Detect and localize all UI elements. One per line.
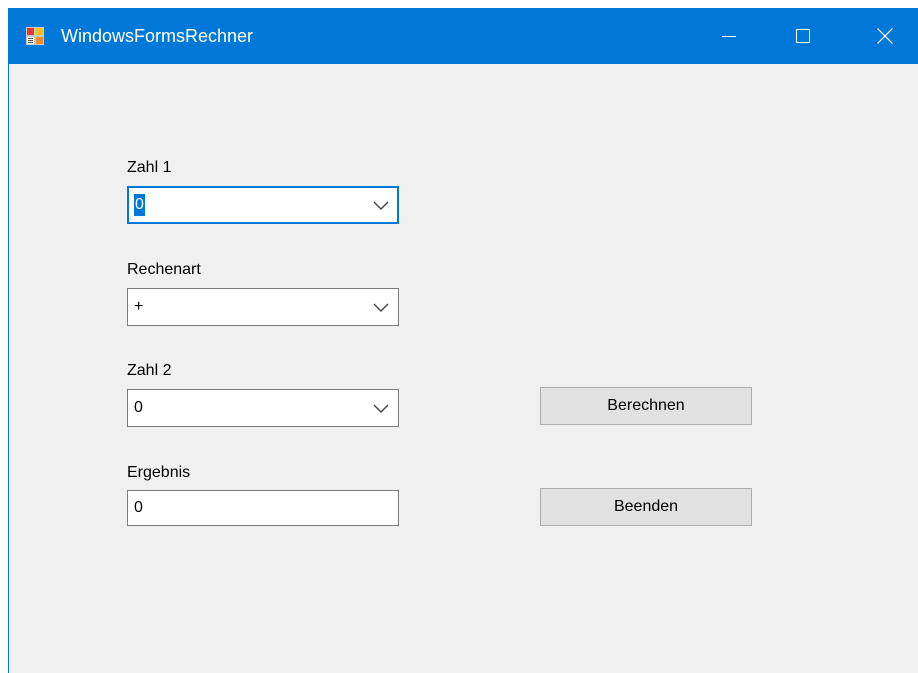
zahl1-value: 0: [134, 194, 145, 216]
minimize-button[interactable]: [689, 8, 769, 64]
zahl2-combobox[interactable]: 0: [127, 389, 399, 427]
rechenart-label: Rechenart: [127, 261, 201, 278]
zahl2-value: 0: [134, 399, 143, 416]
close-icon: [877, 28, 893, 44]
close-button[interactable]: [845, 8, 918, 64]
beenden-button[interactable]: Beenden: [540, 488, 752, 526]
window-title: WindowsFormsRechner: [61, 26, 254, 46]
ergebnis-label: Ergebnis: [127, 464, 191, 481]
zahl1-combobox[interactable]: 0: [127, 186, 399, 224]
chevron-down-icon[interactable]: [373, 402, 389, 414]
app-window: WindowsFormsRechner Zahl 1 0 Rechenart +: [8, 8, 918, 673]
minimize-icon: [722, 36, 736, 37]
ergebnis-value: 0: [134, 499, 143, 516]
zahl2-label: Zahl 2: [127, 362, 172, 379]
maximize-icon: [796, 29, 810, 43]
chevron-down-icon[interactable]: [373, 301, 389, 313]
maximize-button[interactable]: [763, 8, 843, 64]
title-bar[interactable]: WindowsFormsRechner: [9, 8, 918, 64]
rechenart-combobox[interactable]: +: [127, 288, 399, 326]
app-icon: [26, 27, 44, 45]
zahl1-label: Zahl 1: [127, 159, 172, 176]
berechnen-button[interactable]: Berechnen: [540, 387, 752, 425]
chevron-down-icon[interactable]: [373, 199, 389, 211]
rechenart-value: +: [134, 298, 144, 315]
ergebnis-textbox[interactable]: 0: [127, 490, 399, 526]
